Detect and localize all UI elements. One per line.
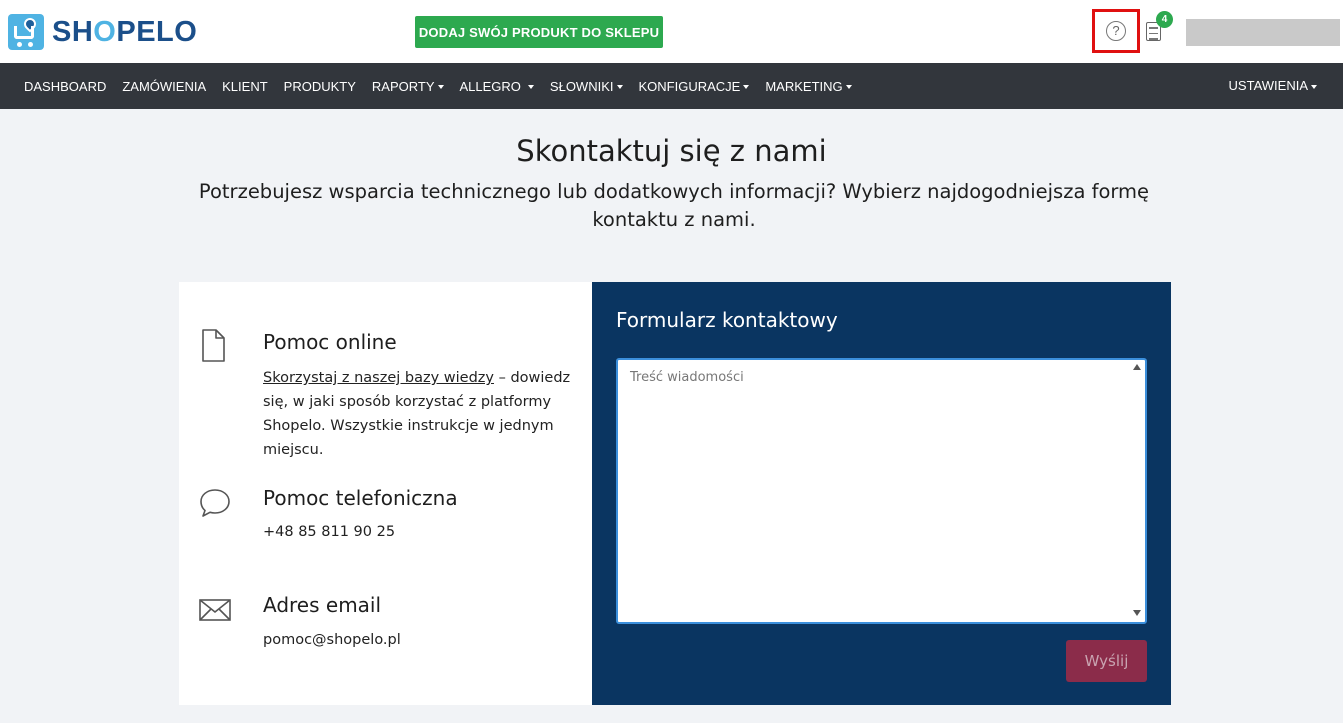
envelope-icon bbox=[199, 599, 231, 621]
speech-bubble-icon bbox=[200, 489, 230, 517]
caret-down-icon bbox=[743, 85, 750, 90]
nav-settings[interactable]: USTAWIENIA bbox=[1221, 78, 1325, 93]
knowledge-base-link[interactable]: Skorzystaj z naszej bazy wiedzy bbox=[263, 370, 494, 386]
nav-client[interactable]: KLIENT bbox=[214, 79, 276, 94]
email-address[interactable]: pomoc@shopelo.pl bbox=[263, 628, 573, 652]
nav-products[interactable]: PRODUKTY bbox=[276, 79, 364, 94]
caret-down-icon bbox=[845, 85, 852, 90]
document-icon bbox=[202, 329, 225, 362]
scroll-up-icon[interactable] bbox=[1133, 364, 1141, 370]
caret-down-icon bbox=[616, 85, 623, 90]
nav-orders[interactable]: ZAMÓWIENIA bbox=[114, 79, 214, 94]
logo-text: SHOPELO bbox=[52, 15, 198, 48]
nav-marketing[interactable]: MARKETING bbox=[757, 79, 859, 94]
contact-options-panel: Pomoc online Skorzystaj z naszej bazy wi… bbox=[179, 282, 592, 705]
caret-down-icon bbox=[1311, 84, 1317, 89]
online-help-title: Pomoc online bbox=[263, 330, 397, 354]
main-navigation: DASHBOARD ZAMÓWIENIA KLIENT PRODUKTY RAP… bbox=[0, 63, 1343, 109]
send-button[interactable]: Wyślij bbox=[1066, 640, 1147, 682]
nav-allegro[interactable]: ALLEGRO bbox=[452, 79, 542, 94]
email-title: Adres email bbox=[263, 593, 382, 617]
notifications-button[interactable]: 4 bbox=[1145, 11, 1173, 42]
nav-configurations[interactable]: KONFIGURACJE bbox=[631, 79, 758, 94]
help-button[interactable]: ? bbox=[1092, 9, 1140, 53]
page-subtitle: Potrzebujesz wsparcia technicznego lub d… bbox=[198, 180, 1150, 231]
nav-dictionaries[interactable]: SŁOWNIKI bbox=[542, 79, 631, 94]
add-product-button[interactable]: DODAJ SWÓJ PRODUKT DO SKLEPU bbox=[415, 16, 663, 48]
form-title: Formularz kontaktowy bbox=[616, 308, 838, 332]
shopelo-logo[interactable]: SHOPELO bbox=[8, 14, 197, 50]
message-textarea[interactable] bbox=[616, 358, 1147, 624]
question-circle-icon: ? bbox=[1106, 21, 1126, 41]
scroll-down-icon[interactable] bbox=[1133, 610, 1141, 616]
user-account-menu[interactable] bbox=[1186, 19, 1340, 46]
page-title: Skontaktuj się z nami bbox=[516, 134, 827, 168]
phone-number[interactable]: +48 85 811 90 25 bbox=[263, 520, 573, 544]
nav-reports[interactable]: RAPORTY bbox=[364, 79, 452, 94]
caret-down-icon bbox=[437, 85, 444, 90]
notification-badge: 4 bbox=[1156, 11, 1173, 28]
top-header: SHOPELO DODAJ SWÓJ PRODUKT DO SKLEPU ? 4 bbox=[0, 0, 1343, 63]
logo-cart-icon bbox=[8, 14, 44, 50]
nav-dashboard[interactable]: DASHBOARD bbox=[16, 79, 114, 94]
online-help-text: Skorzystaj z naszej bazy wiedzy – dowied… bbox=[263, 370, 571, 458]
caret-down-icon bbox=[527, 85, 534, 90]
phone-help-title: Pomoc telefoniczna bbox=[263, 486, 458, 510]
contact-form-panel: Formularz kontaktowy Wyślij bbox=[592, 282, 1171, 705]
